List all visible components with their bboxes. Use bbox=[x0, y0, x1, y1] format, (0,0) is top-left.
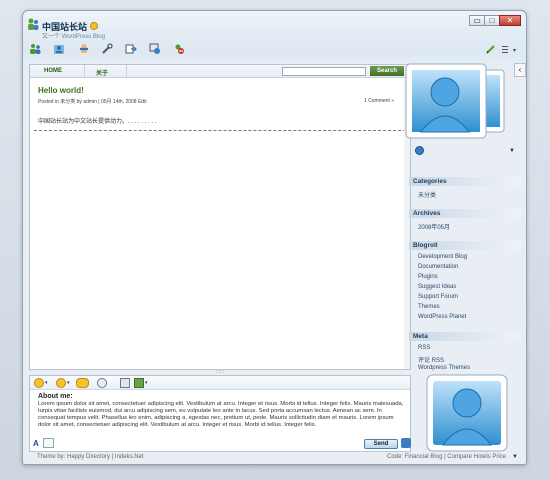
nav-bar: HOME 关于 Search bbox=[30, 65, 410, 78]
nav-divider bbox=[126, 65, 127, 78]
about-text: Lorem ipsum dolor sit amet, consectetuer… bbox=[38, 401, 404, 428]
chevron-down-icon[interactable]: ▾ bbox=[513, 47, 516, 54]
users-icon[interactable] bbox=[29, 43, 41, 55]
avatar-bottom[interactable] bbox=[425, 373, 509, 453]
sidebar-link[interactable]: Plugins bbox=[418, 274, 438, 280]
people-logo-icon bbox=[28, 18, 39, 30]
sidebar-link[interactable]: 2008年05月 bbox=[418, 222, 450, 231]
menu-icon[interactable] bbox=[501, 44, 511, 54]
nav-divider bbox=[84, 65, 85, 78]
smiley-icon[interactable] bbox=[34, 378, 44, 388]
minimize-button[interactable]: ▭ bbox=[469, 15, 485, 26]
sidebar-link[interactable]: Support Forum bbox=[418, 294, 458, 300]
contacts-icon[interactable] bbox=[53, 43, 65, 55]
tools-icon[interactable] bbox=[101, 43, 113, 55]
blogroll-heading: Blogroll bbox=[409, 241, 521, 250]
block-icon[interactable] bbox=[173, 43, 185, 55]
meta-heading: Meta bbox=[409, 332, 521, 341]
wink-emoticon-icon[interactable] bbox=[76, 378, 89, 388]
media-icon[interactable] bbox=[149, 43, 161, 55]
chevron-down-icon[interactable]: ▾ bbox=[67, 380, 70, 386]
font-icon[interactable]: A bbox=[33, 439, 39, 448]
search-input[interactable] bbox=[282, 67, 366, 76]
sidebar: ▼ Categories 未分类 Archives 2008年05月 Blogr… bbox=[405, 63, 521, 454]
status-bar: Theme by: Happy Directory | Indeks.Net C… bbox=[23, 451, 526, 465]
sidebar-toggle[interactable]: ‹ bbox=[514, 63, 526, 77]
smiley-icon bbox=[90, 22, 98, 30]
code-credit[interactable]: Code: Financial Blog | Compare Hotels Pr… bbox=[387, 454, 506, 460]
hand-icon[interactable] bbox=[78, 43, 90, 55]
chevron-down-icon[interactable]: ▼ bbox=[512, 454, 518, 460]
pen-icon[interactable] bbox=[486, 44, 496, 54]
main-content: HOME 关于 Search Hello world! Posted in 未分… bbox=[29, 64, 411, 370]
sidebar-link[interactable]: Development Blog bbox=[418, 254, 467, 260]
chevron-down-icon[interactable]: ▾ bbox=[145, 380, 148, 386]
sidebar-link[interactable]: Suggest Ideas bbox=[418, 284, 456, 290]
sidebar-link[interactable]: Themes bbox=[418, 304, 440, 310]
wink-icon[interactable] bbox=[56, 378, 66, 388]
send-button[interactable]: Send bbox=[364, 439, 398, 449]
close-button[interactable]: ✕ bbox=[499, 15, 521, 26]
app-window: 中国站长站 又一个 WordPress Blog ▭ □ ✕ ▾ HOME 关于… bbox=[22, 10, 527, 465]
sidebar-link[interactable]: WordPress Planet bbox=[418, 314, 466, 320]
nav-home[interactable]: HOME bbox=[44, 68, 62, 74]
voice-icon[interactable] bbox=[120, 378, 130, 388]
about-title: About me: bbox=[38, 393, 73, 400]
chevron-down-icon[interactable]: ▼ bbox=[509, 148, 515, 154]
chevron-down-icon[interactable]: ▾ bbox=[45, 380, 48, 386]
post-meta: Posted in 未分类 by admin | 05月 14th, 2008 … bbox=[38, 99, 147, 105]
avatar-top[interactable] bbox=[404, 62, 514, 142]
post-divider bbox=[34, 130, 406, 131]
share-icon[interactable] bbox=[125, 43, 137, 55]
title-bar: 中国站长站 又一个 WordPress Blog ▭ □ ✕ bbox=[23, 11, 526, 41]
toolbar: ▾ bbox=[23, 41, 526, 61]
nav-about[interactable]: 关于 bbox=[96, 68, 108, 77]
emoticon-bar: ▾ ▾ ▾ bbox=[30, 376, 410, 390]
search-button[interactable]: Search bbox=[370, 66, 404, 76]
handwriting-icon[interactable] bbox=[43, 438, 54, 448]
archives-heading: Archives bbox=[409, 209, 521, 218]
comments-link[interactable]: 1 Comment » bbox=[364, 98, 394, 104]
post-body: 中国站长站为中文站长提供动力。. . . . . . . . . bbox=[38, 119, 157, 125]
post-title[interactable]: Hello world! bbox=[38, 86, 84, 95]
webcam-icon[interactable] bbox=[415, 146, 424, 155]
theme-credit[interactable]: Theme by: Happy Directory | Indeks.Net bbox=[37, 454, 144, 460]
app-subtitle: 又一个 WordPress Blog bbox=[42, 34, 105, 40]
categories-heading: Categories bbox=[409, 177, 521, 186]
sidebar-link[interactable]: Wordpress Themes bbox=[418, 365, 470, 371]
sidebar-link[interactable]: 未分类 bbox=[418, 190, 436, 199]
compose-panel: ▾ ▾ ▾ About me: Lorem ipsum dolor sit am… bbox=[29, 375, 411, 452]
nudge-icon[interactable] bbox=[97, 378, 107, 388]
window-controls: ▭ □ ✕ bbox=[469, 15, 521, 26]
sidebar-link[interactable]: RSS bbox=[418, 345, 430, 351]
sidebar-link[interactable]: Documentation bbox=[418, 264, 458, 270]
sidebar-link[interactable]: 评论 RSS bbox=[418, 355, 444, 364]
background-icon[interactable] bbox=[134, 378, 144, 388]
maximize-button[interactable]: □ bbox=[484, 15, 500, 26]
